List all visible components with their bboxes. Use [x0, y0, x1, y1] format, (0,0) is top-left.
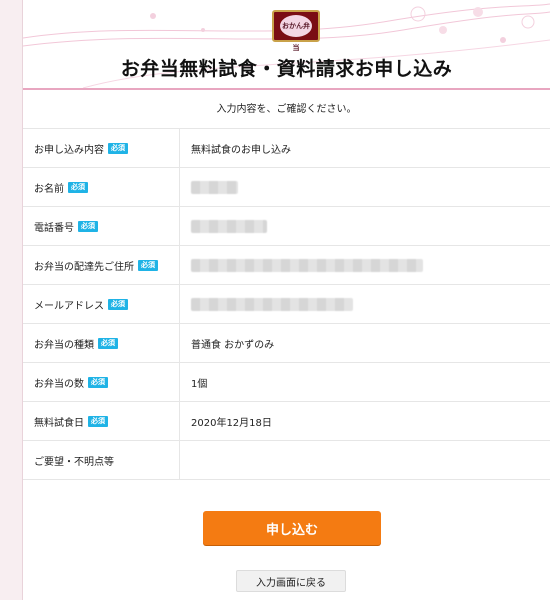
- field-label: お弁当の配達先ご住所 必須: [23, 246, 180, 284]
- field-label: 電話番号 必須: [23, 207, 180, 245]
- required-badge: 必須: [68, 181, 88, 193]
- field-label: お名前 必須: [23, 168, 180, 206]
- required-badge: 必須: [108, 142, 128, 154]
- back-to-input-button[interactable]: 入力画面に戻る: [236, 570, 346, 592]
- redacted-email: [191, 297, 353, 311]
- field-value: [180, 168, 550, 206]
- required-badge: 必須: [78, 220, 98, 232]
- table-row: お名前 必須: [23, 168, 550, 207]
- required-badge: 必須: [88, 415, 108, 427]
- table-row: メールアドレス 必須: [23, 285, 550, 324]
- field-value: 普通食 おかずのみ: [191, 339, 275, 351]
- confirmation-table: お申し込み内容 必須 無料試食のお申し込み お名前 必須 電話番号 必須 お弁当…: [23, 128, 550, 480]
- field-value: 2020年12月18日: [191, 417, 272, 429]
- required-badge: 必須: [88, 376, 108, 388]
- field-label: お弁当の数 必須: [23, 363, 180, 401]
- required-badge: 必須: [98, 337, 118, 349]
- table-row: 電話番号 必須: [23, 207, 550, 246]
- field-label: メールアドレス 必須: [23, 285, 180, 323]
- field-value: [180, 285, 550, 323]
- brand-logo: おかん弁当: [272, 10, 320, 52]
- submit-button[interactable]: 申し込む: [203, 511, 381, 545]
- field-label: ご要望・不明点等: [23, 441, 180, 479]
- field-label: お弁当の種類 必須: [23, 324, 180, 362]
- field-label-text: お弁当の配達先ご住所: [34, 261, 134, 273]
- redacted-address: [191, 258, 423, 272]
- field-label-text: お名前: [34, 183, 64, 195]
- field-label-text: お弁当の数: [34, 378, 84, 390]
- header: おかん弁当 お弁当無料試食・資料請求お申し込み: [23, 0, 550, 88]
- field-label-text: 電話番号: [34, 222, 74, 234]
- redacted-name: [191, 180, 238, 194]
- confirm-message: 入力内容を、ご確認ください。: [216, 104, 357, 115]
- field-value: 1個: [191, 378, 208, 390]
- table-row: 無料試食日 必須 2020年12月18日: [23, 402, 550, 441]
- field-value: [180, 207, 550, 245]
- field-label-text: メールアドレス: [34, 300, 104, 312]
- field-value: [180, 441, 550, 479]
- field-value: 無料試食のお申し込み: [191, 144, 291, 156]
- field-label-text: お申し込み内容: [34, 144, 104, 156]
- table-row: お申し込み内容 必須 無料試食のお申し込み: [23, 129, 550, 168]
- field-label: 無料試食日 必須: [23, 402, 180, 440]
- side-strip: [0, 0, 23, 600]
- page-title: お弁当無料試食・資料請求お申し込み: [120, 58, 453, 80]
- field-label: お申し込み内容 必須: [23, 129, 180, 167]
- field-label-text: 無料試食日: [34, 417, 84, 429]
- field-label-text: ご要望・不明点等: [34, 456, 114, 468]
- table-row: お弁当の数 必須 1個: [23, 363, 550, 402]
- required-badge: 必須: [108, 298, 128, 310]
- redacted-phone: [191, 219, 267, 233]
- title-divider: [23, 88, 550, 90]
- table-row: お弁当の配達先ご住所 必須: [23, 246, 550, 285]
- field-label-text: お弁当の種類: [34, 339, 94, 351]
- table-row: ご要望・不明点等: [23, 441, 550, 480]
- field-value: [180, 246, 550, 284]
- brand-logo-text: おかん弁当: [280, 15, 312, 52]
- required-badge: 必須: [138, 259, 158, 271]
- table-row: お弁当の種類 必須 普通食 おかずのみ: [23, 324, 550, 363]
